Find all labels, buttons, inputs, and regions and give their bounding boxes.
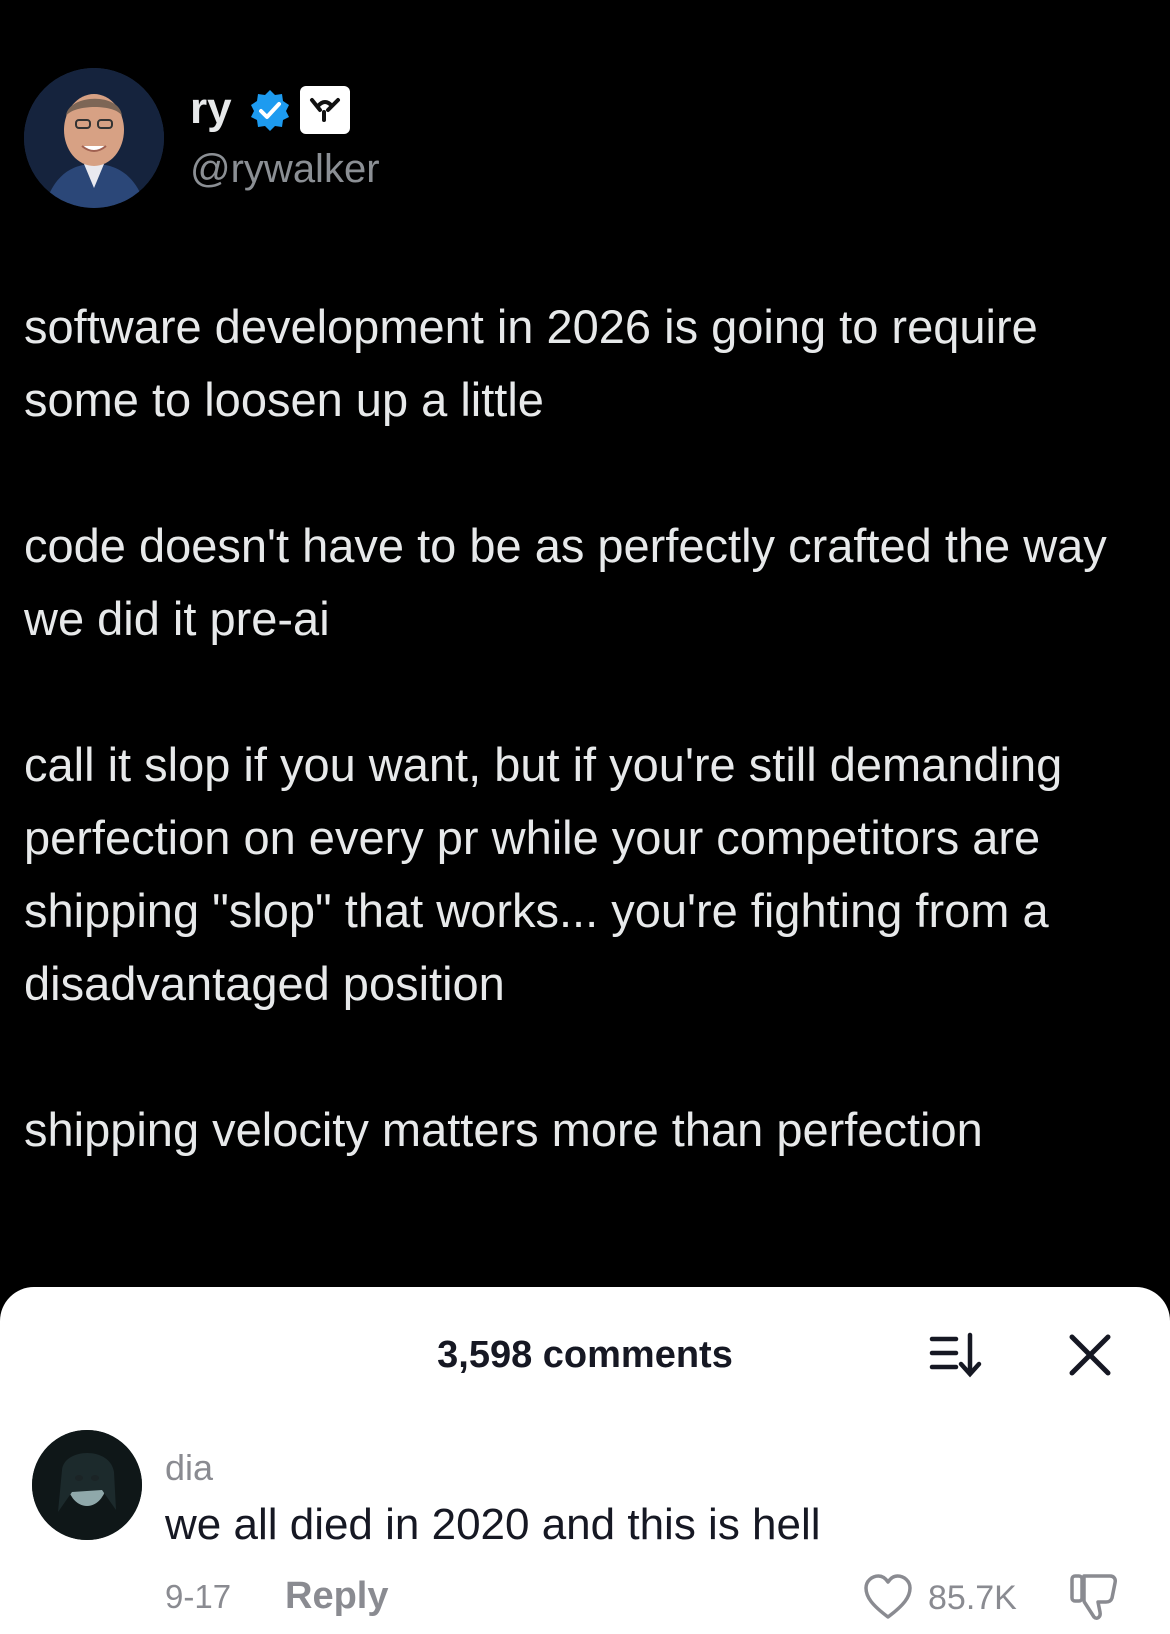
reply-button[interactable]: Reply (285, 1575, 388, 1617)
tweet-author-name[interactable]: ry (190, 84, 232, 134)
tweet-paragraph: call it slop if you want, but if you're … (24, 738, 1063, 1010)
close-icon[interactable] (1062, 1327, 1118, 1383)
like-count: 85.7K (928, 1579, 1017, 1617)
comment-author-name[interactable]: dia (165, 1447, 213, 1489)
comments-sheet: 3,598 comments dia we all died in 2020 a… (0, 1287, 1170, 1634)
tweet-author-handle[interactable]: @rywalker (190, 146, 380, 192)
tweet-paragraph: shipping velocity matters more than perf… (24, 1103, 983, 1156)
tweet-paragraph: code doesn't have to be as perfectly cra… (24, 519, 1107, 645)
comment-author-avatar[interactable] (32, 1430, 142, 1540)
page: ry @rywalker software development in 202… (0, 0, 1170, 1634)
tweet-author-avatar[interactable] (24, 68, 164, 208)
heart-icon[interactable] (862, 1573, 914, 1621)
comment-text: we all died in 2020 and this is hell (165, 1500, 821, 1549)
dislike-icon[interactable] (1068, 1570, 1122, 1624)
comment-date: 9-17 (165, 1578, 232, 1615)
affiliation-badge-icon (300, 86, 350, 134)
tweet-paragraph: software development in 2026 is going to… (24, 300, 1038, 426)
tweet-card: ry @rywalker software development in 202… (0, 0, 1170, 1290)
tweet-text: software development in 2026 is going to… (24, 290, 1144, 1166)
verified-badge-icon (248, 88, 292, 132)
sort-icon[interactable] (928, 1327, 984, 1383)
comments-count: 3,598 comments (437, 1334, 733, 1376)
